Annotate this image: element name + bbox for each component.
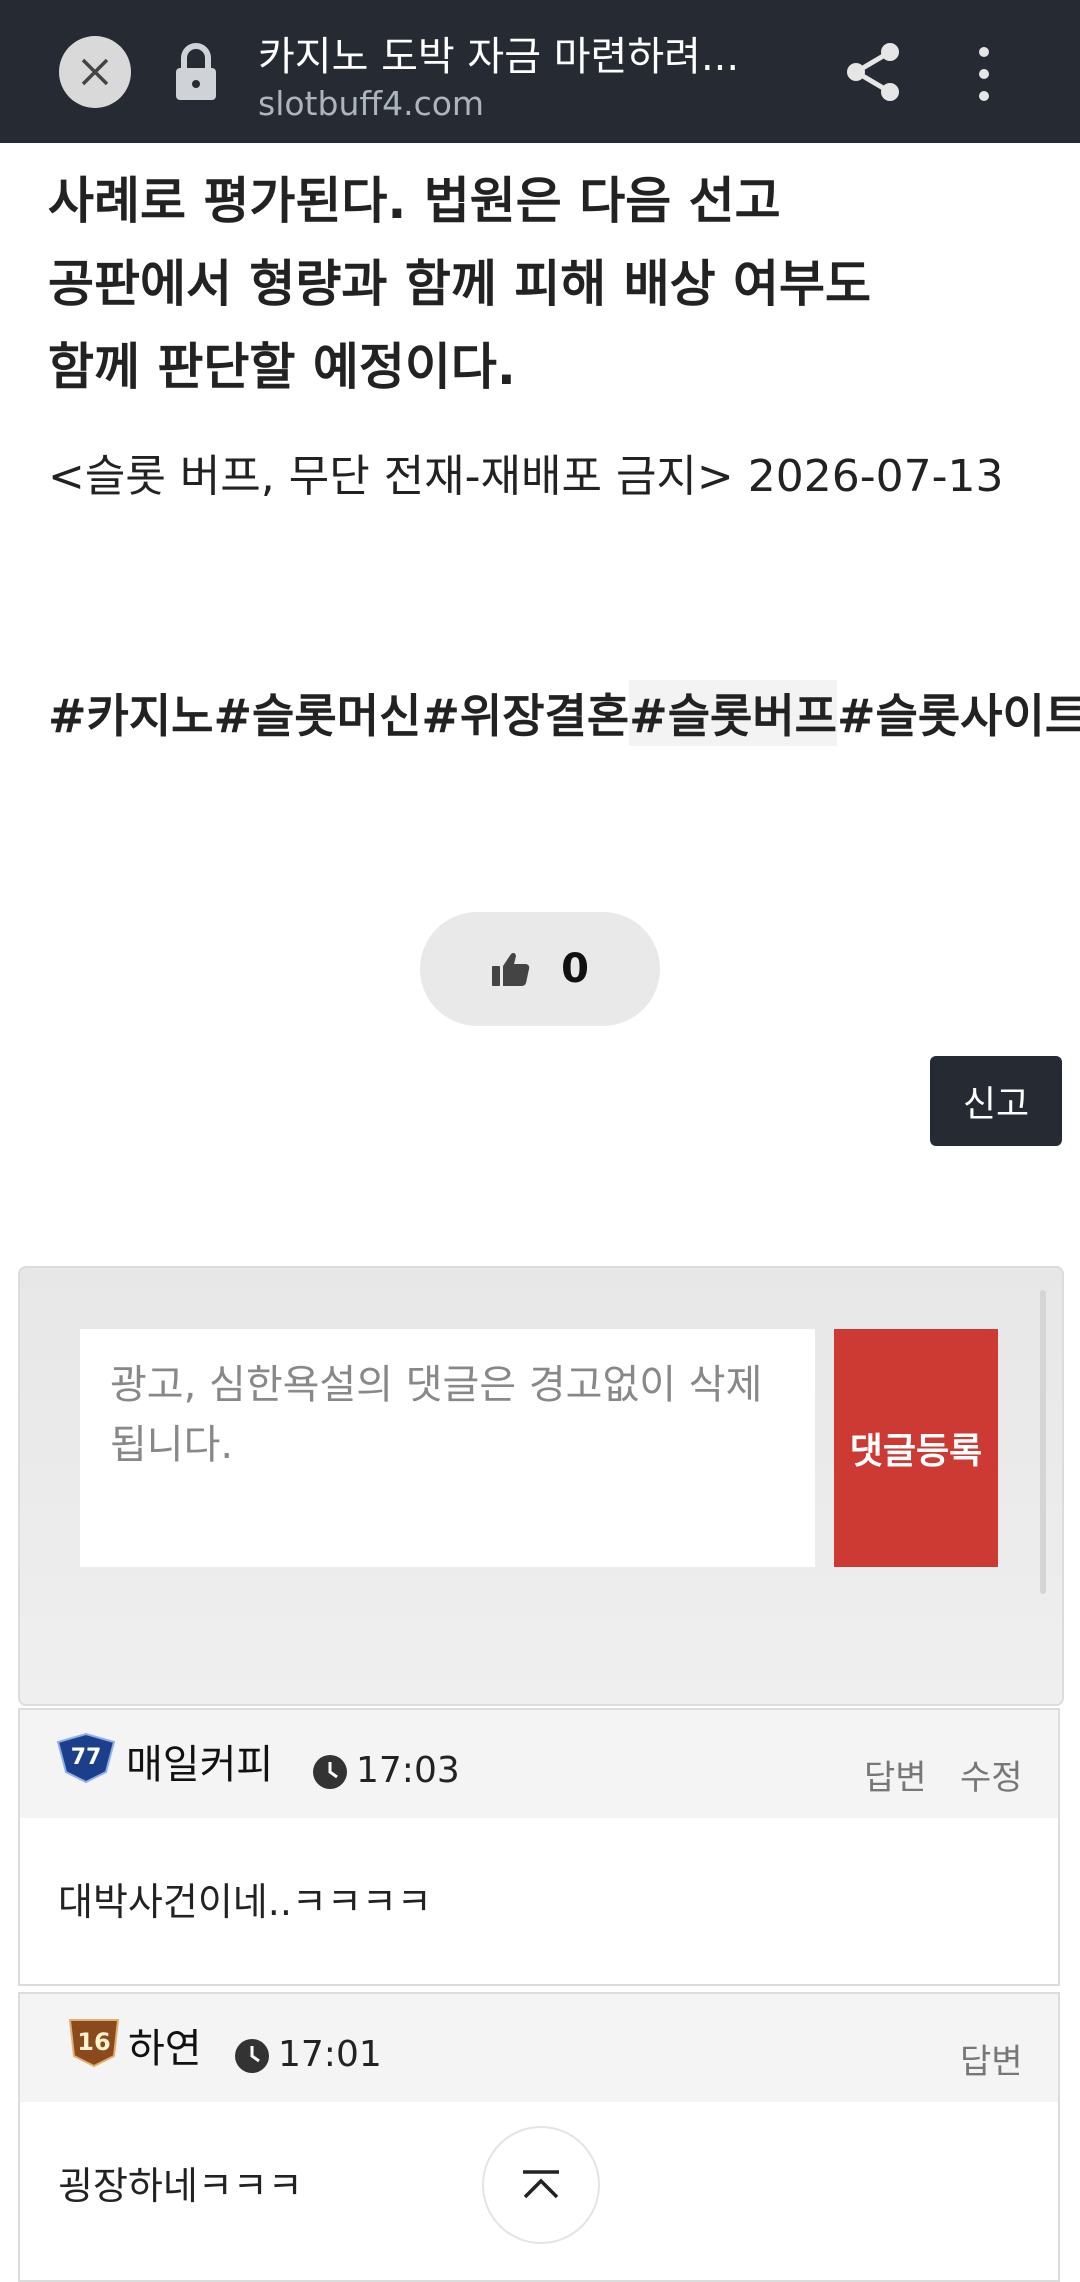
clock-icon <box>313 1755 347 1789</box>
reply-link[interactable]: 답변 <box>960 2034 1023 2083</box>
close-icon <box>81 58 109 86</box>
comment-author[interactable]: 하연 <box>128 2016 202 2074</box>
comment-input[interactable]: 광고, 심한욕설의 댓글은 경고없이 삭제됩니다. <box>80 1329 815 1567</box>
svg-text:16: 16 <box>77 2028 110 2056</box>
comment-header: 16 하연 17:01 답변 <box>20 1994 1058 2102</box>
article-line: 공판에서 형량과 함께 피해 배상 여부도 <box>48 255 872 313</box>
page-title: 카지노 도박 자금 마련하려... <box>258 34 740 80</box>
close-button[interactable] <box>59 36 131 108</box>
page-url[interactable]: slotbuff4.com <box>258 84 484 123</box>
edit-link[interactable]: 수정 <box>960 1750 1023 1799</box>
tag-link[interactable]: #카지노 <box>48 680 214 746</box>
level-badge-icon: 16 <box>68 2019 120 2068</box>
share-icon[interactable] <box>842 40 906 104</box>
comment-time: 17:03 <box>356 1750 460 1791</box>
scroll-to-top-button[interactable] <box>482 2126 600 2244</box>
tag-link[interactable]: #슬롯버프 <box>629 680 837 746</box>
tag-link[interactable]: #슬롯머신 <box>214 680 422 746</box>
thumbs-up-icon <box>492 952 530 986</box>
level-badge-icon: 77 <box>56 1732 116 1784</box>
article-line: 사례로 평가된다. 법원은 다음 선고 <box>48 172 781 230</box>
svg-text:77: 77 <box>71 1745 102 1770</box>
browser-toolbar: 카지노 도박 자금 마련하려... slotbuff4.com <box>0 0 1080 143</box>
like-button[interactable]: 0 <box>420 912 660 1026</box>
clock-icon <box>235 2039 269 2073</box>
article-paragraph: 사례로 평가된다. 법원은 다음 선고 공판에서 형량과 함께 피해 배상 여부… <box>48 160 1008 409</box>
more-options-icon[interactable] <box>968 44 1000 104</box>
chevron-up-icon <box>523 2170 559 2199</box>
article-byline: <슬롯 버프, 무단 전재-재배포 금지> 2026-07-13 <box>48 451 1004 502</box>
comment-author[interactable]: 매일커피 <box>126 1732 273 1790</box>
tag-link[interactable]: #위장결혼 <box>421 680 629 746</box>
scrollbar[interactable] <box>1040 1290 1046 1594</box>
article-line: 함께 판단할 예정이다. <box>48 338 516 396</box>
lock-icon <box>176 43 216 100</box>
like-count: 0 <box>561 946 589 992</box>
reply-link[interactable]: 답변 <box>864 1750 927 1799</box>
comment-item: 77 매일커피 17:03 답변 수정 대박사건이네..ㅋㅋㅋㅋ <box>18 1708 1060 1986</box>
report-button[interactable]: 신고 <box>930 1056 1062 1146</box>
tag-list: #카지노 #슬롯머신 #위장결혼 #슬롯버프 #슬롯사이트 <box>48 680 1080 746</box>
comment-header: 77 매일커피 17:03 답변 수정 <box>20 1710 1058 1818</box>
comment-time: 17:01 <box>278 2034 382 2075</box>
comment-submit-button[interactable]: 댓글등록 <box>834 1329 998 1567</box>
tag-link[interactable]: #슬롯사이트 <box>837 680 1080 746</box>
comment-text: 대박사건이네..ㅋㅋㅋㅋ <box>58 1879 432 1924</box>
